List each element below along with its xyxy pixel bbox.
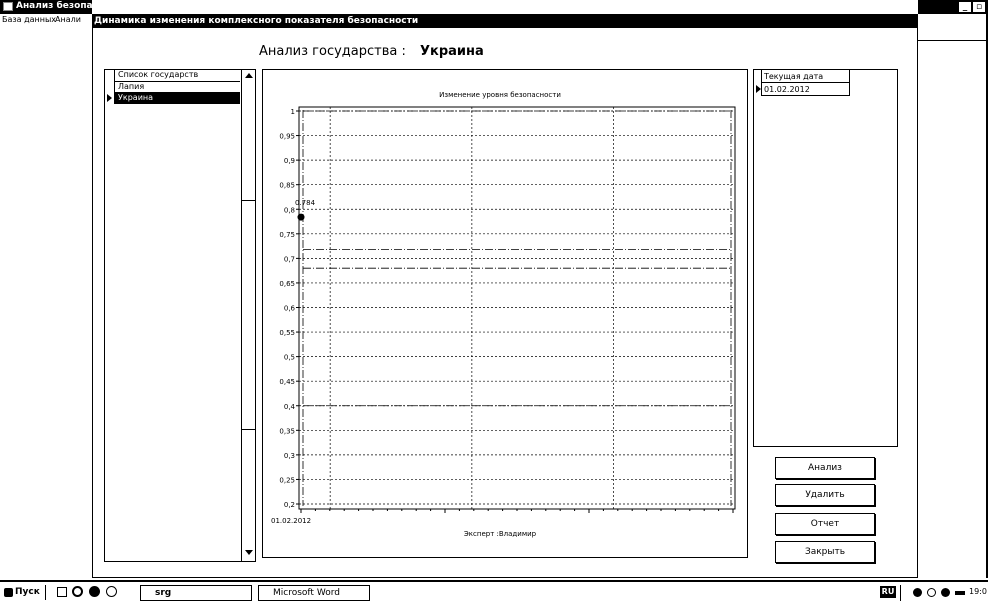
plot-frame xyxy=(298,106,736,510)
data-point xyxy=(297,213,305,221)
y-tick-label: 0,5 xyxy=(284,354,295,362)
dates-header[interactable]: Текущая дата xyxy=(762,70,850,83)
report-button[interactable]: Отчет xyxy=(775,513,875,535)
save-icon[interactable] xyxy=(57,587,67,597)
task-word[interactable]: Microsoft Word xyxy=(258,585,370,601)
countries-grid[interactable]: Список государств Лапия Украина xyxy=(104,69,256,562)
maximize-button[interactable]: ▫ xyxy=(972,1,986,13)
reference-lines xyxy=(302,110,732,506)
chart-title: Изменение уровня безопасности xyxy=(439,91,561,99)
y-tick-label: 0,45 xyxy=(279,378,295,386)
country-row-selected[interactable]: Украина xyxy=(115,93,240,104)
y-tick-label: 0,65 xyxy=(279,280,295,288)
data-points: 0.784 xyxy=(295,199,316,221)
workspace-divider xyxy=(918,40,988,41)
app-icon xyxy=(3,2,13,11)
clock: 19:0 xyxy=(969,587,987,596)
delete-button[interactable]: Удалить xyxy=(775,484,875,506)
y-tick-label: 0,7 xyxy=(284,255,295,263)
y-tick-label: 0,2 xyxy=(284,501,295,509)
task-srg[interactable]: srg xyxy=(140,585,252,601)
scroll-down-arrow-icon[interactable] xyxy=(245,550,253,555)
chart-footer: Эксперт :Владимир xyxy=(464,530,537,538)
app-title: Анализ безопас xyxy=(16,1,92,11)
y-tick-label: 0,6 xyxy=(284,305,296,313)
dialog-title: Динамика изменения комплексного показате… xyxy=(94,16,419,26)
start-icon xyxy=(4,588,13,597)
tray-icon[interactable] xyxy=(927,588,936,597)
dates-grid[interactable]: Текущая дата 01.02.2012 xyxy=(753,69,898,447)
y-tick-label: 0,75 xyxy=(279,231,295,239)
date-row[interactable]: 01.02.2012 xyxy=(762,83,850,96)
y-tick-label: 0,3 xyxy=(284,452,295,460)
country-row[interactable]: Лапия xyxy=(115,82,240,93)
y-tick-label: 0,85 xyxy=(279,182,295,190)
media-icon[interactable] xyxy=(89,586,100,597)
system-tray: 19:0 xyxy=(900,585,988,601)
scroll-thumb[interactable] xyxy=(241,200,256,430)
tray-icon[interactable] xyxy=(941,588,950,597)
countries-scrollbar[interactable] xyxy=(241,70,256,561)
grid-layer xyxy=(299,107,735,509)
y-ticks: 1 0,95 0,9 0,85 0,8 0,75 0,7 0,65 0,6 0,55 0,5 0,45… xyxy=(279,108,734,513)
language-indicator[interactable]: RU xyxy=(880,586,896,598)
analyze-button[interactable]: Анализ xyxy=(775,457,875,479)
y-tick-label: 0,55 xyxy=(279,329,295,337)
countries-header[interactable]: Список государств xyxy=(115,70,240,82)
tray-icon[interactable] xyxy=(955,591,965,595)
browser-icon[interactable] xyxy=(72,586,83,597)
security-level-chart: Изменение уровня безопасности 1 0,95 0,9 0,… xyxy=(271,91,736,538)
row-pointer-icon xyxy=(107,94,112,102)
app-title-bar: Анализ безопас xyxy=(0,0,92,14)
menu-database[interactable]: База данных xyxy=(2,14,56,26)
app-menu-bar: База данных Анали xyxy=(0,14,92,26)
dialog-title-bar: Динамика изменения комплексного показате… xyxy=(92,14,918,28)
taskbar: Пуск srg Microsoft Word RU 19:0 xyxy=(0,580,988,601)
y-tick-label: 1 xyxy=(291,108,295,116)
tray-icon[interactable] xyxy=(913,588,922,597)
y-tick-label: 0,35 xyxy=(279,427,295,435)
y-tick-label: 0,9 xyxy=(284,157,295,165)
y-tick-label: 0,25 xyxy=(279,476,295,484)
data-point-label: 0.784 xyxy=(295,199,316,207)
start-button[interactable]: Пуск xyxy=(2,585,42,600)
y-tick-label: 0,8 xyxy=(284,206,295,214)
y-tick-label: 0,4 xyxy=(284,403,296,411)
scroll-up-arrow-icon[interactable] xyxy=(245,73,253,78)
chart-panel: Изменение уровня безопасности 1 0,95 0,9 0,… xyxy=(262,69,748,558)
heading-country: Украина xyxy=(420,44,484,59)
minimize-button[interactable]: _ xyxy=(958,1,972,13)
row-pointer-icon xyxy=(756,85,761,93)
close-button[interactable]: Закрыть xyxy=(775,541,875,563)
y-tick-label: 0,95 xyxy=(279,133,295,141)
heading-label: Анализ государства : xyxy=(259,44,406,59)
quick-launch-divider xyxy=(45,585,47,600)
media-icon[interactable] xyxy=(106,586,117,597)
main-window-right-edge: _ ▫ xyxy=(918,0,988,14)
x-tick-label: 01.02.2012 xyxy=(271,517,311,525)
analysis-heading: Анализ государства : Украина xyxy=(259,44,484,59)
menu-analysis[interactable]: Анали xyxy=(55,14,81,26)
